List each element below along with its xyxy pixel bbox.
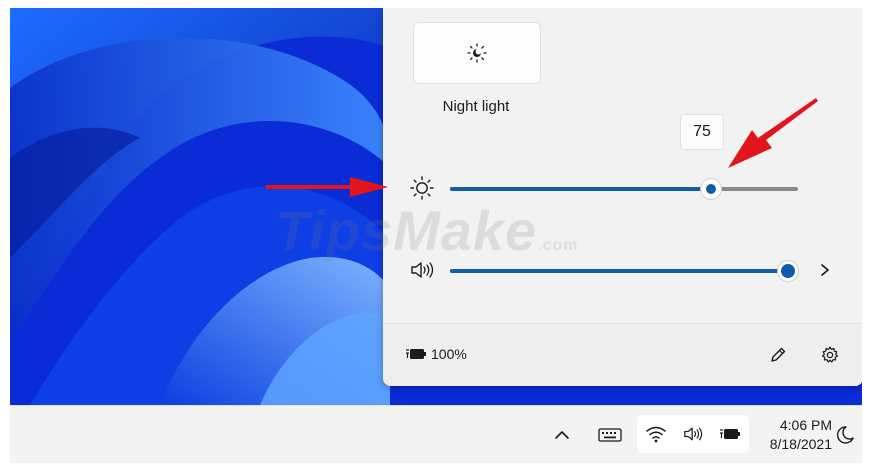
taskbar: 4:06 PM 8/18/2021 [10, 405, 862, 463]
quick-settings-footer: 100% [383, 324, 862, 386]
show-hidden-icons-button[interactable] [550, 424, 574, 446]
chevron-right-icon [821, 264, 829, 276]
quick-settings-panel: Night light 75 100% [383, 8, 862, 386]
taskbar-clock[interactable]: 4:06 PM 8/18/2021 [748, 416, 832, 454]
clock-time: 4:06 PM [779, 417, 832, 433]
brightness-sun-icon [410, 176, 434, 200]
volume-slider[interactable] [450, 261, 798, 281]
edit-quick-settings-button[interactable] [765, 342, 791, 368]
clock-date: 8/18/2021 [769, 436, 832, 452]
night-light-icon [467, 43, 487, 63]
battery-charging-icon [406, 349, 426, 359]
settings-gear-icon [821, 346, 839, 363]
moon-icon [837, 426, 854, 444]
wifi-icon [645, 426, 666, 443]
brightness-slider[interactable] [450, 179, 798, 199]
edit-pencil-icon [771, 347, 786, 362]
night-light-label: Night light [442, 98, 510, 115]
brightness-slider-fill [450, 187, 711, 191]
brightness-slider-thumb[interactable] [701, 179, 721, 199]
audio-output-chevron-button[interactable] [815, 260, 835, 280]
touch-keyboard-button[interactable] [594, 422, 626, 448]
battery-percentage: 100% [431, 346, 467, 362]
desktop-screen: Night light 75 100% 4:06 PM 8/18/2021 [10, 8, 862, 463]
battery-status[interactable]: 100% [405, 346, 467, 362]
system-tray-quick-settings-button[interactable] [637, 415, 749, 453]
night-light-tile[interactable] [413, 22, 541, 84]
battery-charging-icon [720, 429, 741, 439]
chevron-up-icon [555, 431, 569, 439]
focus-assist-button[interactable] [834, 422, 858, 448]
volume-slider-fill [450, 269, 788, 273]
brightness-value-tooltip: 75 [680, 114, 724, 150]
keyboard-icon [598, 428, 622, 442]
volume-slider-thumb[interactable] [777, 261, 798, 281]
all-settings-button[interactable] [817, 342, 843, 368]
speaker-icon [684, 427, 703, 441]
speaker-icon [411, 262, 434, 278]
